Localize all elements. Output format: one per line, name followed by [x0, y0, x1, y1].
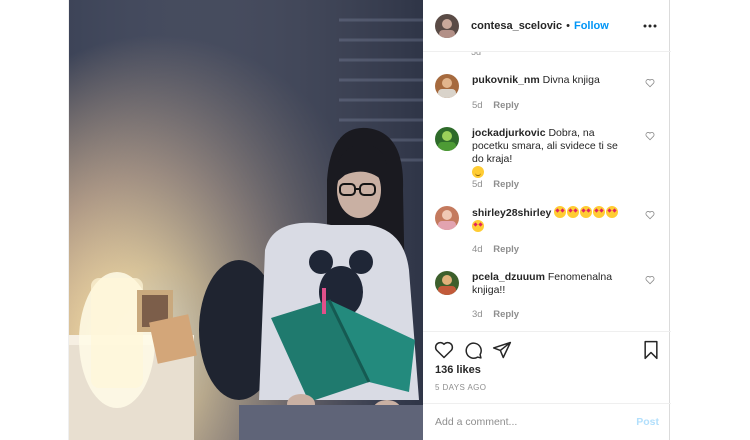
commenter-avatar[interactable] — [435, 206, 459, 230]
star-struck-emoji — [606, 206, 619, 218]
share-icon[interactable] — [492, 340, 512, 360]
avatar-image — [435, 127, 459, 151]
commenter-username[interactable]: pcela_dzuuum — [472, 271, 545, 283]
like-comment-heart-icon[interactable] — [645, 131, 655, 141]
comment-time: 5d — [471, 52, 482, 57]
reply-button[interactable]: Reply — [493, 309, 519, 320]
comment-icon[interactable] — [463, 340, 483, 360]
avatar[interactable] — [435, 13, 459, 38]
star-struck-emoji — [554, 206, 567, 218]
add-comment-input[interactable] — [435, 413, 625, 431]
bookmark-icon[interactable] — [641, 340, 661, 360]
star-struck-emoji — [472, 220, 484, 232]
comment-meta: 3d Reply — [472, 309, 519, 320]
smiling-face-emoji — [472, 166, 484, 178]
star-struck-emoji — [567, 206, 580, 218]
like-comment-heart-icon[interactable] — [645, 275, 655, 285]
comment-text-block: jockadjurkovic Dobra, na pocetku smara, … — [472, 127, 630, 180]
heart-icon[interactable] — [434, 340, 454, 360]
reply-button[interactable]: Reply — [493, 244, 519, 255]
add-comment-bar: Post — [423, 403, 671, 440]
post-side-panel: contesa_scelovic • Follow 5d pukovnik_nm… — [423, 0, 671, 440]
star-struck-emoji — [593, 206, 606, 218]
comment-time: 4d — [472, 244, 483, 255]
comment-text-block: pukovnik_nm Divna knjiga — [472, 74, 630, 87]
follow-button[interactable]: Follow — [574, 20, 609, 32]
commenter-username[interactable]: jockadjurkovic — [472, 127, 546, 139]
comment-time: 5d — [472, 179, 483, 190]
comment-meta: 5d Reply — [472, 100, 519, 111]
post-photo[interactable] — [69, 0, 423, 440]
post-author-username[interactable]: contesa_scelovic — [471, 20, 562, 32]
comments-list[interactable]: 5d pukovnik_nm Divna knjiga 5d Reply joc… — [423, 52, 671, 332]
avatar-image — [435, 74, 459, 98]
avatar-image — [435, 206, 459, 230]
reply-button[interactable]: Reply — [493, 100, 519, 111]
likes-count[interactable]: 136 likes — [435, 364, 481, 376]
like-comment-heart-icon[interactable] — [645, 78, 655, 88]
comment-meta: 4d Reply — [472, 244, 519, 255]
like-comment-heart-icon[interactable] — [645, 210, 655, 220]
more-options-icon[interactable] — [643, 18, 657, 34]
post-header: contesa_scelovic • Follow — [423, 0, 671, 52]
star-struck-emoji — [580, 206, 593, 218]
post-timestamp[interactable]: 5 DAYS AGO — [435, 383, 486, 392]
reply-button[interactable]: Reply — [493, 179, 519, 190]
commenter-username[interactable]: pukovnik_nm — [472, 74, 540, 86]
separator-dot: • — [566, 19, 570, 32]
comment-text: Divna knjiga — [542, 74, 600, 86]
comment-time: 5d — [472, 100, 483, 111]
comment-meta: 5d Reply — [472, 179, 519, 190]
comment-text-block: shirley28shirley — [472, 206, 630, 234]
commenter-username[interactable]: shirley28shirley — [472, 207, 551, 219]
comment-time: 3d — [472, 309, 483, 320]
commenter-avatar[interactable] — [435, 74, 459, 98]
avatar-image — [435, 271, 459, 295]
comment-text-block: pcela_dzuuum Fenomenalna knjiga!! — [472, 271, 630, 297]
commenter-avatar[interactable] — [435, 127, 459, 151]
post-comment-button[interactable]: Post — [636, 416, 659, 428]
instagram-post: contesa_scelovic • Follow 5d pukovnik_nm… — [68, 0, 671, 440]
commenter-avatar[interactable] — [435, 271, 459, 295]
avatar-image — [435, 13, 459, 38]
photo-illustration — [69, 0, 423, 440]
